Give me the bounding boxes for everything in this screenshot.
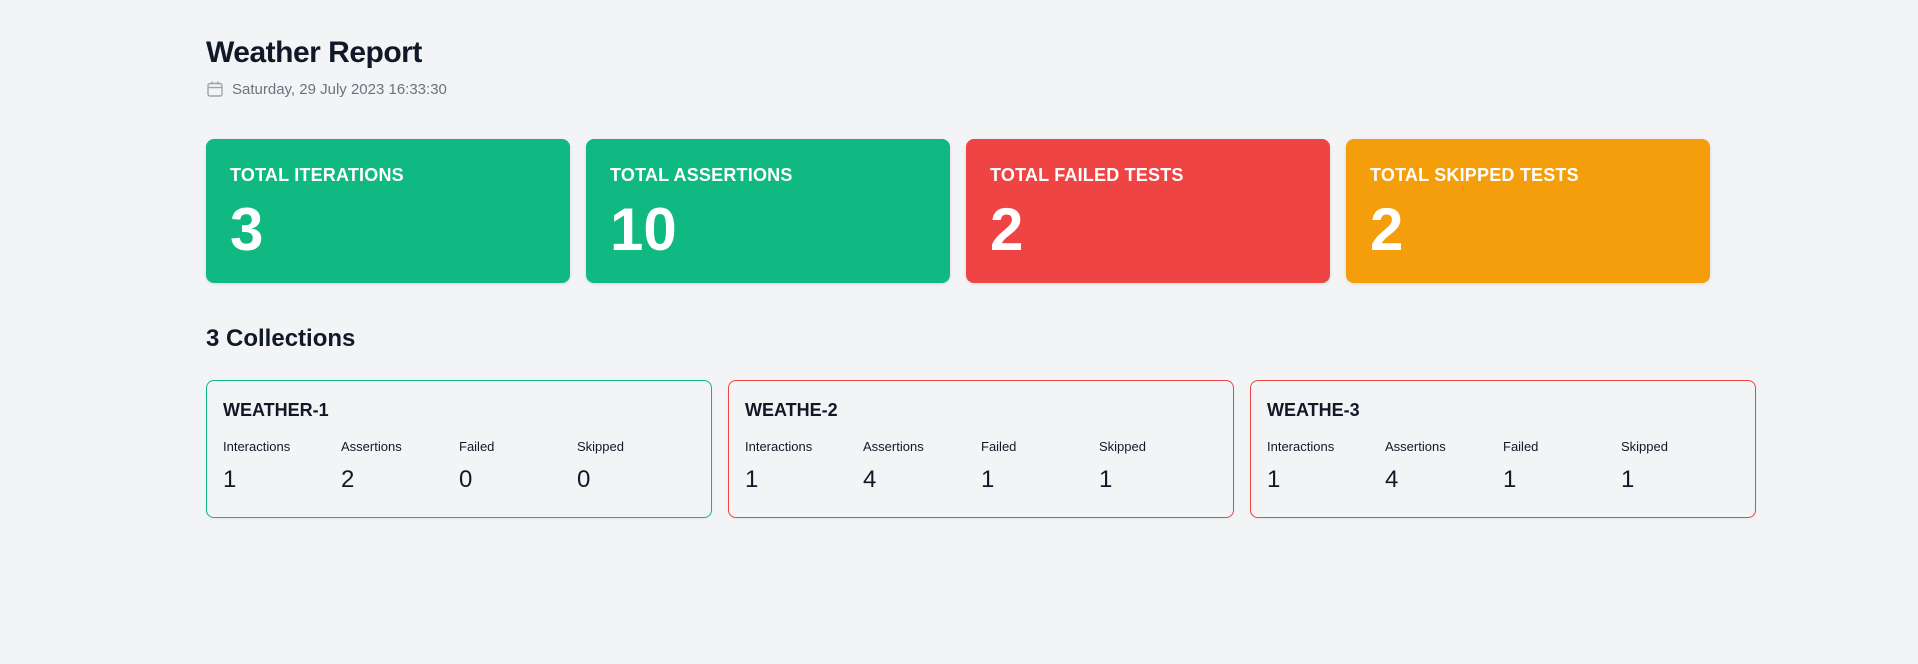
metric-label: Assertions	[863, 439, 924, 454]
stat-label: TOTAL ITERATIONS	[230, 165, 404, 185]
report-page: Weather Report Saturday, 29 July 2023 16…	[0, 0, 1918, 664]
collection-metrics: Interactions 1 Assertions 2 Failed 0 Ski…	[223, 439, 695, 494]
stat-card-failed-tests: TOTAL FAILED TESTS 2	[966, 139, 1330, 283]
collections-title: 3 Collections	[206, 325, 356, 352]
collection-metrics: Interactions 1 Assertions 4 Failed 1 Ski…	[1267, 439, 1739, 494]
stat-label: TOTAL FAILED TESTS	[990, 165, 1184, 185]
calendar-icon	[206, 80, 224, 98]
metric-skipped: Skipped 1	[1621, 439, 1739, 494]
stats-row: TOTAL ITERATIONS 3 TOTAL ASSERTIONS 10 T…	[206, 139, 1710, 283]
metric-value: 1	[745, 466, 759, 493]
metric-value: 4	[863, 466, 877, 493]
collection-name: WEATHE-3	[1267, 400, 1360, 420]
metric-value: 0	[577, 466, 591, 493]
metric-assertions: Assertions 4	[863, 439, 981, 494]
metric-value: 1	[223, 466, 237, 493]
stat-label: TOTAL SKIPPED TESTS	[1370, 165, 1579, 185]
metric-failed: Failed 1	[1503, 439, 1621, 494]
metric-label: Assertions	[341, 439, 402, 454]
collection-name: WEATHER-1	[223, 400, 329, 420]
collection-card-weathe-2[interactable]: WEATHE-2 Interactions 1 Assertions 4 Fai…	[728, 380, 1234, 518]
metric-interactions: Interactions 1	[745, 439, 863, 494]
metric-label: Failed	[981, 439, 1017, 454]
stat-card-assertions: TOTAL ASSERTIONS 10	[586, 139, 950, 283]
metric-value: 1	[1267, 466, 1281, 493]
metric-value: 0	[459, 466, 473, 493]
report-date: Saturday, 29 July 2023 16:33:30	[206, 80, 447, 98]
metric-value: 1	[981, 466, 995, 493]
metric-value: 1	[1503, 466, 1517, 493]
metric-assertions: Assertions 2	[341, 439, 459, 494]
metric-label: Skipped	[577, 439, 624, 454]
stat-value: 2	[990, 196, 1024, 263]
metric-label: Interactions	[745, 439, 813, 454]
metric-label: Assertions	[1385, 439, 1446, 454]
metric-interactions: Interactions 1	[1267, 439, 1385, 494]
metric-interactions: Interactions 1	[223, 439, 341, 494]
metric-label: Failed	[1503, 439, 1539, 454]
metric-label: Interactions	[223, 439, 291, 454]
stat-value: 2	[1370, 196, 1404, 263]
stat-value: 3	[230, 196, 264, 263]
metric-value: 1	[1621, 466, 1635, 493]
collection-name: WEATHE-2	[745, 400, 838, 420]
collection-metrics: Interactions 1 Assertions 4 Failed 1 Ski…	[745, 439, 1217, 494]
stat-value: 10	[610, 196, 677, 263]
metric-skipped: Skipped 1	[1099, 439, 1217, 494]
metric-label: Interactions	[1267, 439, 1335, 454]
stat-card-iterations: TOTAL ITERATIONS 3	[206, 139, 570, 283]
stat-label: TOTAL ASSERTIONS	[610, 165, 793, 185]
collections-row: WEATHER-1 Interactions 1 Assertions 2 Fa…	[206, 380, 1756, 518]
metric-label: Failed	[459, 439, 495, 454]
metric-skipped: Skipped 0	[577, 439, 695, 494]
report-date-text: Saturday, 29 July 2023 16:33:30	[232, 80, 447, 98]
page-title: Weather Report	[206, 36, 422, 69]
collection-card-weathe-3[interactable]: WEATHE-3 Interactions 1 Assertions 4 Fai…	[1250, 380, 1756, 518]
metric-value: 4	[1385, 466, 1399, 493]
collection-card-weather-1[interactable]: WEATHER-1 Interactions 1 Assertions 2 Fa…	[206, 380, 712, 518]
metric-failed: Failed 0	[459, 439, 577, 494]
metric-failed: Failed 1	[981, 439, 1099, 494]
stat-card-skipped-tests: TOTAL SKIPPED TESTS 2	[1346, 139, 1710, 283]
metric-label: Skipped	[1099, 439, 1146, 454]
metric-label: Skipped	[1621, 439, 1668, 454]
metric-assertions: Assertions 4	[1385, 439, 1503, 494]
metric-value: 2	[341, 466, 355, 493]
metric-value: 1	[1099, 466, 1113, 493]
